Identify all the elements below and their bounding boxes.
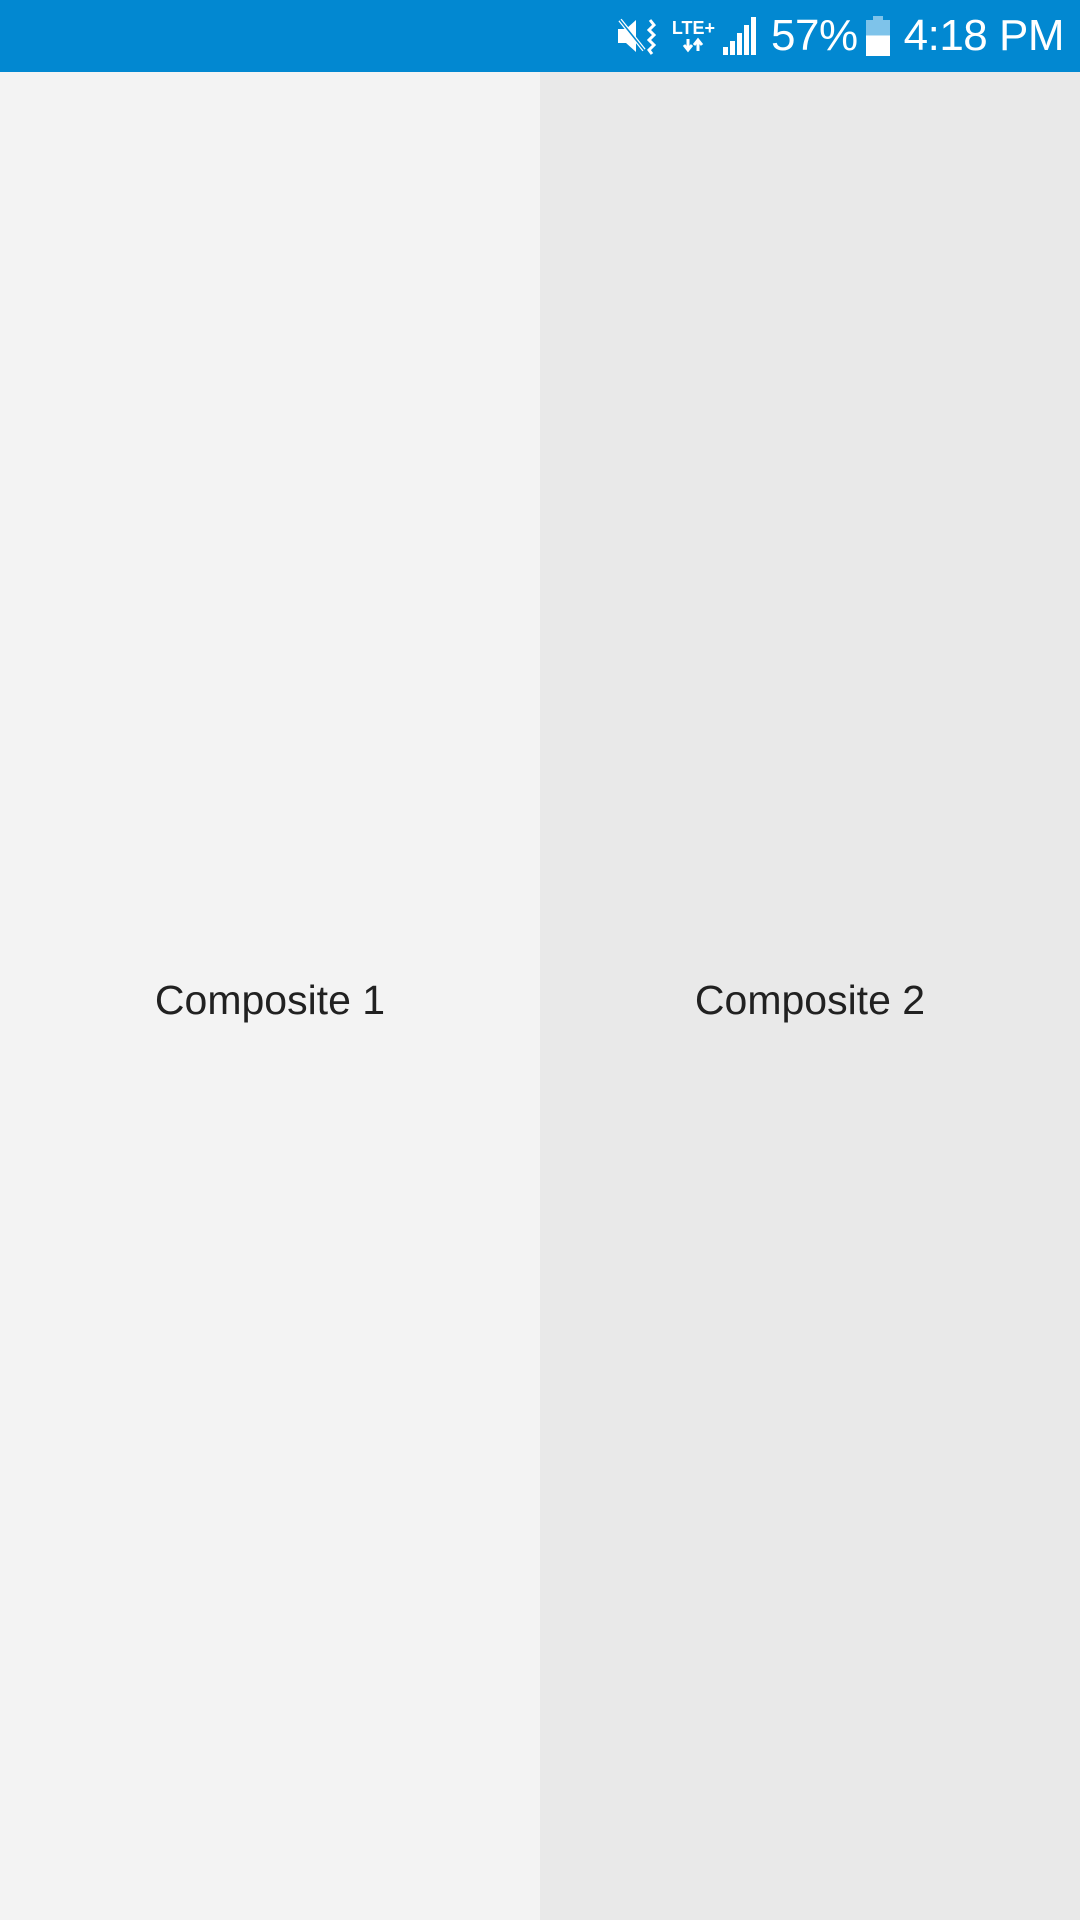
status-bar: LTE+ 57% 4:18 PM [0, 0, 1080, 72]
data-arrows-icon [683, 37, 704, 53]
network-type-label: LTE+ [671, 18, 716, 38]
composite-1-label: Composite 1 [154, 976, 386, 1023]
signal-icon [721, 17, 757, 55]
battery-icon [865, 16, 890, 56]
battery-percent: 57% [771, 11, 858, 60]
composite-container: Composite 1 Composite 2 [0, 72, 1080, 1920]
lte-data-icon: LTE+ [672, 19, 715, 53]
composite-pane-1[interactable]: Composite 1 [0, 72, 540, 1920]
mute-vibrate-icon [616, 16, 658, 56]
composite-2-label: Composite 2 [694, 976, 926, 1023]
composite-pane-2[interactable]: Composite 2 [540, 72, 1080, 1920]
clock-time: 4:18 PM [903, 11, 1065, 60]
